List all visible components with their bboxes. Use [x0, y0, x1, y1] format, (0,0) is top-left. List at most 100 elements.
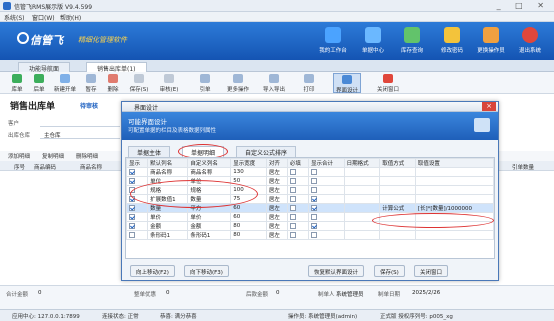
toolbar-prev-button[interactable]: 库单	[8, 73, 26, 93]
toolbar-print-button[interactable]: 打印	[300, 73, 318, 93]
total-checkbox[interactable]	[311, 231, 318, 238]
cell-date-format[interactable]	[343, 185, 381, 195]
stock-query-button[interactable]: 库存查询	[395, 26, 429, 58]
menu-help[interactable]: 帮助(H)	[60, 13, 81, 22]
cell-mode[interactable]	[379, 167, 416, 177]
cell-required[interactable]	[286, 167, 310, 177]
cell-show[interactable]	[126, 167, 149, 177]
show-checkbox[interactable]	[129, 213, 135, 220]
table-row[interactable]: 条形码1 条形码1 80 居左	[126, 230, 494, 240]
total-checkbox[interactable]	[311, 168, 318, 175]
toolbar-hold-button[interactable]: 暂存	[82, 73, 100, 93]
total-checkbox[interactable]	[311, 195, 318, 202]
discount-value[interactable]: 0	[166, 290, 170, 296]
delete-row-button[interactable]: 删除明细	[76, 152, 98, 160]
tab-nav[interactable]: 功能导航面	[18, 62, 71, 73]
cell-date-format[interactable]	[343, 176, 381, 186]
cell-align[interactable]: 居左	[265, 221, 288, 231]
required-checkbox[interactable]	[289, 204, 296, 211]
cell-custom-name[interactable]: 单价	[187, 212, 232, 222]
cell-mode[interactable]	[379, 230, 416, 240]
cell-total[interactable]	[308, 212, 345, 222]
required-checkbox[interactable]	[289, 213, 296, 220]
show-checkbox[interactable]	[129, 222, 135, 229]
menu-window[interactable]: 窗口(W)	[32, 13, 55, 22]
cell-setting[interactable]	[414, 185, 494, 195]
cell-align[interactable]: 居左	[265, 167, 288, 177]
cell-show[interactable]	[126, 221, 149, 231]
toolbar-close-button[interactable]: 关闭窗口	[374, 73, 402, 93]
cell-mode[interactable]: 计算公式	[379, 203, 416, 213]
show-checkbox[interactable]	[129, 177, 135, 184]
tab-bill-main[interactable]: 单据主体	[128, 146, 171, 157]
cell-total[interactable]	[308, 176, 345, 186]
toolbar-delete-button[interactable]: 删除	[104, 73, 122, 93]
cell-required[interactable]	[286, 212, 310, 222]
required-checkbox[interactable]	[289, 168, 296, 175]
toolbar-more-button[interactable]: 更多操作	[224, 73, 252, 93]
cell-show[interactable]	[126, 230, 149, 240]
cell-align[interactable]: 居左	[265, 203, 288, 213]
required-checkbox[interactable]	[289, 231, 296, 238]
toolbar-import-order-button[interactable]: 引单	[196, 73, 214, 93]
required-checkbox[interactable]	[289, 222, 296, 229]
cell-align[interactable]: 居左	[265, 194, 288, 204]
cell-required[interactable]	[286, 203, 310, 213]
required-checkbox[interactable]	[289, 195, 296, 202]
bill-center-button[interactable]: 单据中心	[356, 26, 390, 58]
total-checkbox[interactable]	[311, 177, 318, 184]
total-checkbox[interactable]	[311, 213, 318, 220]
after-amount-value[interactable]: 0	[276, 290, 280, 296]
copy-row-button[interactable]: 复制明细	[42, 152, 64, 160]
show-checkbox[interactable]	[129, 204, 135, 211]
exit-button[interactable]: 退出系统	[513, 26, 547, 58]
total-checkbox[interactable]	[311, 204, 318, 211]
cell-width[interactable]: 130	[230, 167, 267, 177]
cell-required[interactable]	[286, 176, 310, 186]
cell-width[interactable]: 60	[230, 212, 267, 222]
show-checkbox[interactable]	[129, 168, 135, 175]
cell-setting[interactable]	[414, 167, 494, 177]
table-row[interactable]: 商品名称 商品名称 130 居左	[126, 167, 494, 177]
cell-mode[interactable]	[379, 176, 416, 186]
cell-align[interactable]: 居左	[265, 230, 288, 240]
total-checkbox[interactable]	[311, 222, 318, 229]
cell-width[interactable]: 80	[230, 221, 267, 231]
cell-custom-name[interactable]: 商品名称	[187, 167, 232, 177]
toolbar-new-button[interactable]: 新建开单	[52, 73, 78, 93]
toolbar-audit-button[interactable]: 审核(E)	[156, 73, 182, 93]
workbench-button[interactable]: 我的工作台	[316, 26, 350, 58]
cell-width[interactable]: 80	[230, 230, 267, 240]
dialog-close-icon[interactable]: ×	[482, 102, 496, 111]
menu-system[interactable]: 系统(S)	[4, 13, 25, 22]
tab-formula-order[interactable]: 自定义公式排序	[236, 146, 297, 157]
cell-align[interactable]: 居左	[265, 212, 288, 222]
required-checkbox[interactable]	[289, 186, 296, 193]
show-checkbox[interactable]	[129, 231, 135, 238]
cell-show[interactable]	[126, 212, 149, 222]
cell-setting[interactable]	[414, 230, 494, 240]
cell-date-format[interactable]	[343, 230, 381, 240]
cell-required[interactable]	[286, 185, 310, 195]
cell-date-format[interactable]	[343, 167, 381, 177]
cell-show[interactable]	[126, 203, 149, 213]
change-password-button[interactable]: 修改密码	[435, 26, 469, 58]
cell-total[interactable]	[308, 194, 345, 204]
cell-required[interactable]	[286, 194, 310, 204]
toolbar-next-button[interactable]: 后单	[30, 73, 48, 93]
required-checkbox[interactable]	[289, 177, 296, 184]
tab-sales-out[interactable]: 销售出库单(1)	[86, 62, 147, 73]
cell-align[interactable]: 居左	[265, 185, 288, 195]
customer-field[interactable]	[40, 126, 120, 127]
cell-total[interactable]	[308, 230, 345, 240]
cell-mode[interactable]	[379, 185, 416, 195]
dialog-save-button[interactable]: 保存(S)	[374, 265, 405, 277]
cell-total[interactable]	[308, 167, 345, 177]
toolbar-import-export-button[interactable]: 导入导出	[260, 73, 288, 93]
cell-required[interactable]	[286, 230, 310, 240]
toolbar-save-button[interactable]: 保存(S)	[126, 73, 152, 93]
move-up-button[interactable]: 向上移动(F2)	[130, 265, 175, 277]
cell-required[interactable]	[286, 221, 310, 231]
cell-total[interactable]	[308, 203, 345, 213]
dialog-close-button[interactable]: 关闭窗口	[414, 265, 449, 277]
